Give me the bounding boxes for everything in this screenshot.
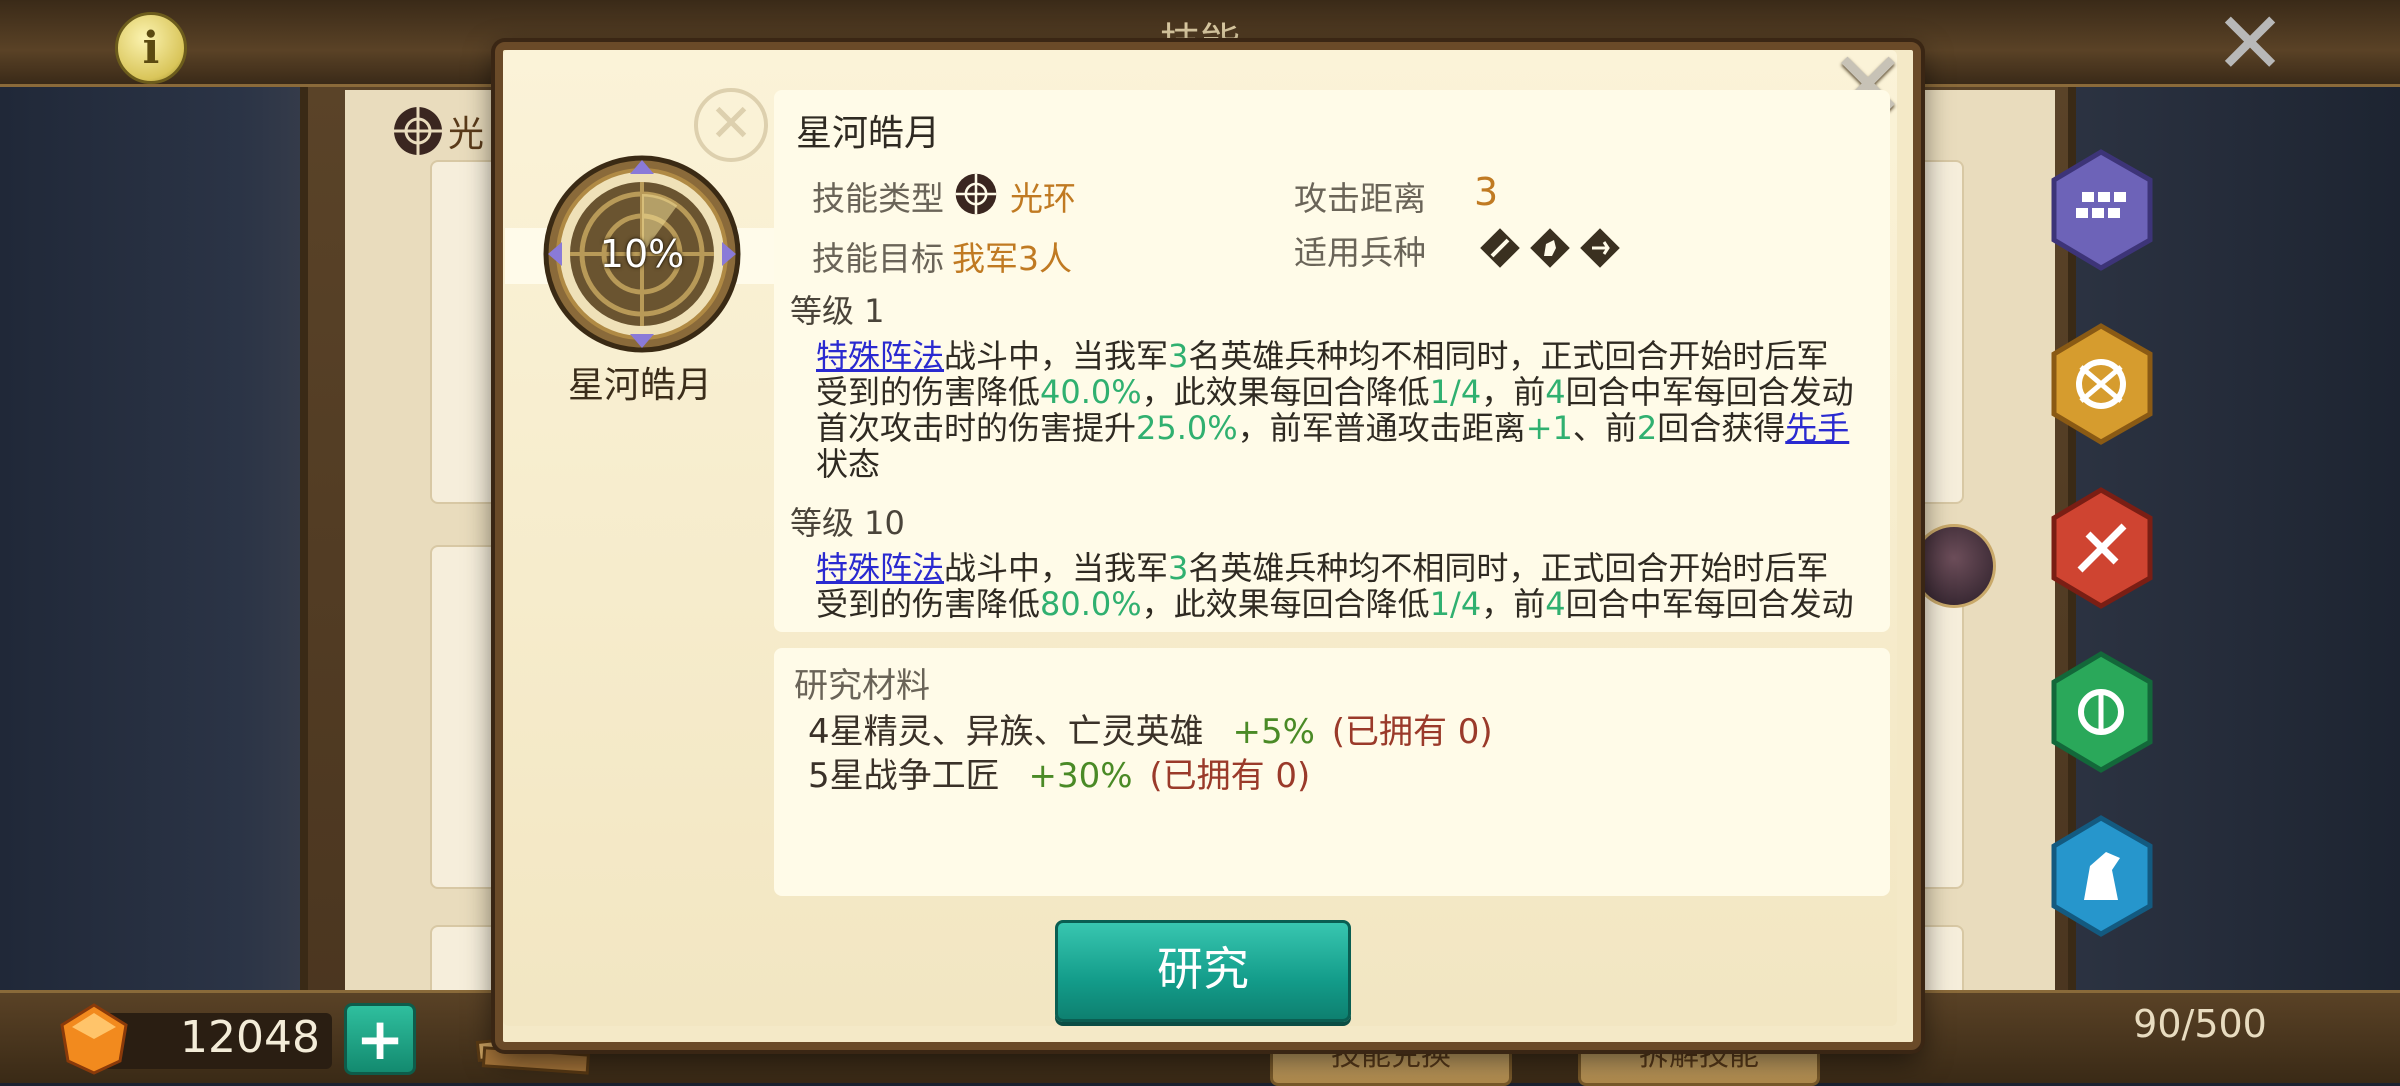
highlight-value: 2 [1636,409,1658,447]
add-currency-button[interactable]: + [344,1003,416,1075]
storage-capacity: 90/500 [2133,1002,2267,1046]
disabled-close-icon: ✕ [694,88,768,162]
troop-type-label: 适用兵种 [1294,233,1426,272]
close-icon[interactable]: ✕ [2212,1,2288,87]
skill-target-label: 技能目标 [812,239,944,278]
keyword-link[interactable]: 先手 [1785,409,1849,447]
plus-icon: + [355,1005,405,1073]
description-text: ，前 [1481,585,1546,623]
currency-amount: 12048 [180,1012,320,1063]
cavalry-icon[interactable] [2046,814,2156,938]
skill-list-tab-label: 光 [448,114,485,155]
level-10-label: 等级 10 [790,504,905,542]
description-text: 、前 [1572,409,1637,447]
material-name: 4星精灵、异族、亡灵英雄 [808,712,1204,752]
keyword-link[interactable]: 特殊阵法 [816,337,944,375]
highlight-value: 1/4 [1429,373,1482,411]
description-text: ，此效果每回合降低 [1141,373,1430,411]
highlight-value: 4 [1545,585,1566,623]
skill-info-card[interactable]: 星河皓月 技能类型 光环 攻击距离 3 技能目标 我军3人 适用兵种 等级 1 … [774,90,1890,632]
skill-progress-text: 10% [599,232,685,276]
info-button[interactable]: i [115,12,187,84]
skill-type-value: 光环 [1010,179,1076,218]
level-1-description: 特殊阵法战斗中，当我军3名英雄兵种均不相同时，正式回合开始时后军受到的伤害降低4… [816,338,1856,482]
material-item: 5星战争工匠 +30% (已拥有 0) [808,748,1310,797]
level-10-description: 特殊阵法战斗中，当我军3名英雄兵种均不相同时，正式回合开始时后军受到的伤害降低8… [816,550,1856,622]
skill-list-tab[interactable]: 光 [392,104,484,158]
aura-icon[interactable] [2046,322,2156,446]
highlight-value: 25.0% [1136,409,1238,447]
highlight-value: 80.0% [1040,585,1142,623]
highlight-value: 1/4 [1429,585,1482,623]
info-icon: i [142,22,160,74]
description-text: 状态 [816,445,881,483]
material-bonus: +5% [1232,712,1315,752]
research-materials-card: 研究材料 4星精灵、异族、亡灵英雄 +5% (已拥有 0) 5星战争工匠 +30… [774,648,1890,896]
level-1-label: 等级 1 [790,292,885,330]
skill-emblem-name: 星河皓月 [567,365,712,406]
description-text: 战斗中，当我军 [944,337,1169,375]
attack-range-value: 3 [1474,170,1499,214]
description-text: 战斗中，当我军 [944,549,1169,587]
highlight-value: +1 [1525,409,1573,447]
highlight-value: 4 [1545,373,1566,411]
gem-icon [60,1003,128,1075]
aura-icon [394,107,442,155]
cavalry-icon [1530,228,1570,268]
description-text: 回合获得 [1657,409,1786,447]
archer-icon [1580,228,1620,268]
research-button[interactable]: 研究 [1055,920,1351,1022]
attack-icon[interactable] [2046,486,2156,610]
materials-title: 研究材料 [794,666,930,706]
material-owned: (已拥有 0) [1331,712,1493,752]
material-bonus: +30% [1028,756,1133,796]
aura-icon [955,173,997,215]
skill-type-label: 技能类型 [812,179,944,218]
hero-avatar[interactable] [1912,524,1996,608]
skill-target-value: 我军3人 [952,239,1072,278]
material-item: 4星精灵、异族、亡灵英雄 +5% (已拥有 0) [808,704,1493,753]
material-owned: (已拥有 0) [1149,756,1311,796]
formation-icon[interactable] [2046,148,2156,272]
highlight-value: 3 [1168,549,1189,587]
description-text: ，此效果每回合降低 [1141,585,1430,623]
highlight-value: 3 [1168,337,1189,375]
keyword-link[interactable]: 特殊阵法 [816,549,944,587]
description-text: ，前军普通攻击距离 [1237,409,1526,447]
infantry-icon [1480,228,1520,268]
support-icon[interactable] [2046,650,2156,774]
highlight-value: 40.0% [1040,373,1142,411]
skill-title: 星河皓月 [796,113,941,154]
description-text: ，前 [1481,373,1546,411]
attack-range-label: 攻击距离 [1294,179,1426,218]
material-name: 5星战争工匠 [808,756,1000,796]
description-text: 回合中军每回合发动 [1565,585,1854,623]
